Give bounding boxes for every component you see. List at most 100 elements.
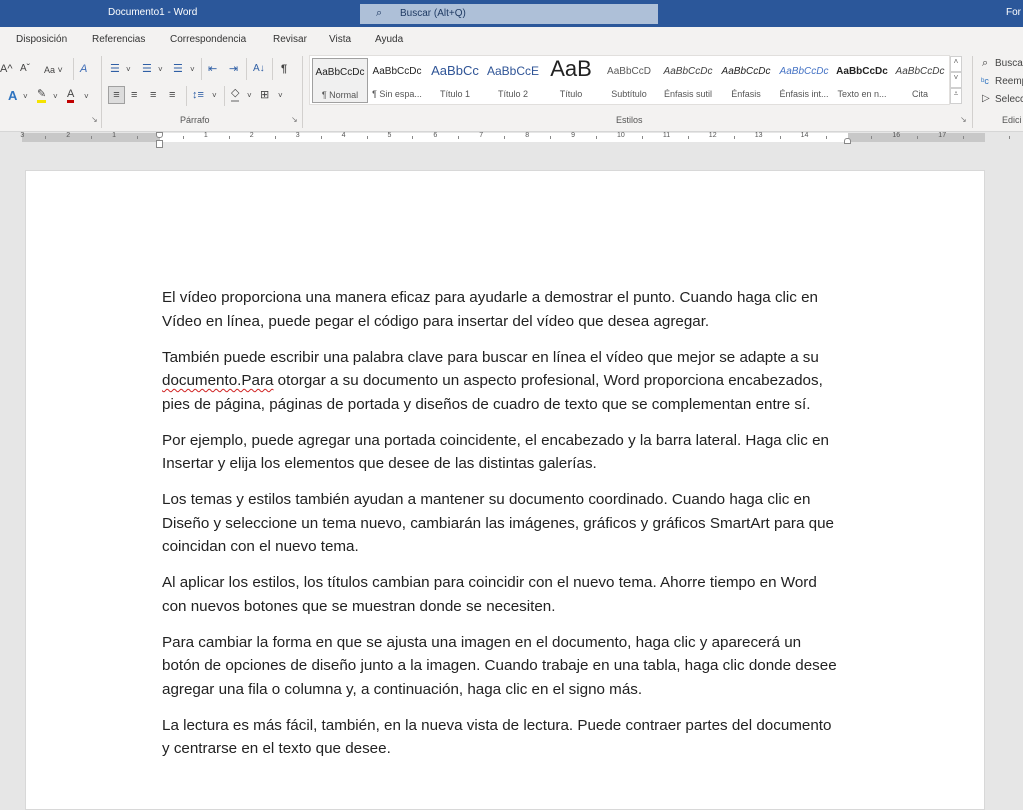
first-line-indent-marker[interactable]	[156, 132, 163, 138]
find-button[interactable]: Buscar	[995, 56, 1023, 72]
chevron-down-icon[interactable]: ˅	[84, 89, 89, 105]
multilevel-list-icon[interactable]: ☰	[173, 61, 183, 77]
ruler-tick	[825, 136, 827, 139]
font-color-icon[interactable]: A	[67, 88, 75, 103]
tab-referencias[interactable]: Referencias	[92, 34, 145, 45]
ruler-number: 16	[892, 132, 901, 139]
tab-vista[interactable]: Vista	[329, 34, 351, 45]
chevron-down-icon[interactable]: ˅	[278, 88, 283, 104]
select-button[interactable]: Selecc	[995, 92, 1023, 108]
ruler-tick	[550, 136, 552, 139]
style-enfasis-sutil[interactable]: AaBbCcDc Énfasis sutil	[660, 58, 716, 103]
style-preview: AaBbCcD	[607, 66, 651, 77]
font-dialog-launcher-icon[interactable]: ↘	[91, 115, 98, 124]
document-page[interactable]: El vídeo proporciona una manera eficaz p…	[25, 170, 985, 810]
ruler-number: 10	[617, 132, 625, 139]
window-title: Documento1 - Word	[108, 7, 198, 18]
change-case-button[interactable]: Aa ˅	[44, 62, 63, 78]
paragraph-group-label: Párrafo	[180, 115, 210, 125]
spelling-error[interactable]: documento.Para	[162, 372, 273, 389]
ruler-number: 9	[571, 132, 575, 139]
right-indent-marker[interactable]	[844, 138, 851, 144]
paragraph[interactable]: Al aplicar los estilos, los títulos camb…	[162, 571, 842, 618]
search-box[interactable]: ⌕ Buscar (Alt+Q)	[360, 4, 658, 24]
ruler-number: 1	[203, 132, 208, 139]
tab-revisar[interactable]: Revisar	[273, 34, 307, 45]
left-indent-marker[interactable]	[156, 140, 163, 148]
grow-font-button[interactable]: A^	[0, 61, 13, 77]
paragraph[interactable]: El vídeo proporciona una manera eficaz p…	[162, 286, 842, 333]
style-name: Texto en n...	[837, 89, 887, 99]
bullets-icon[interactable]: ☰	[110, 61, 120, 77]
replace-icon: ᵇc	[981, 76, 989, 86]
numbering-icon[interactable]: ☰	[142, 61, 152, 77]
style-preview: AaBbCcDc	[721, 66, 771, 77]
clear-formatting-icon[interactable]: A	[80, 61, 87, 77]
tab-correspondencia[interactable]: Correspondencia	[170, 34, 246, 45]
style-cita[interactable]: AaBbCcDc Cita	[892, 58, 948, 103]
ruler-number: 4	[341, 132, 346, 139]
paragraph[interactable]: Por ejemplo, puede agregar una portada c…	[162, 429, 842, 476]
chevron-down-icon[interactable]: ˅	[53, 89, 58, 105]
text-effects-icon[interactable]: A	[8, 88, 17, 104]
style-enfasis-intenso[interactable]: AaBbCcDc Énfasis int...	[776, 58, 832, 103]
shading-icon[interactable]: ◇	[231, 87, 240, 102]
ruler-tick	[274, 136, 276, 139]
style-sin-espaciado[interactable]: AaBbCcDc ¶ Sin espa...	[369, 58, 425, 103]
shrink-font-button[interactable]: Aˇ	[20, 61, 30, 77]
highlight-icon[interactable]: ✎	[37, 88, 47, 103]
style-texto-en-negrita[interactable]: AaBbCcDc Texto en n...	[834, 58, 890, 103]
align-right-button[interactable]: ≡	[150, 87, 156, 103]
ruler-number: 14	[800, 132, 809, 139]
ruler-tick	[596, 136, 598, 139]
paragraph[interactable]: Los temas y estilos también ayudan a man…	[162, 488, 842, 559]
ruler-tick	[1009, 136, 1011, 139]
editing-group-label: Edici	[1002, 115, 1022, 125]
line-spacing-icon[interactable]: ↕≡	[192, 87, 204, 103]
style-normal[interactable]: AaBbCcDc ¶ Normal	[312, 58, 368, 103]
increase-indent-icon[interactable]: ⇥	[229, 61, 238, 77]
chevron-down-icon[interactable]: ˅	[212, 88, 217, 104]
paragraph[interactable]: También puede escribir una palabra clave…	[162, 346, 842, 417]
style-titulo-2[interactable]: AaBbCcE Título 2	[485, 58, 541, 103]
paragraph-dialog-launcher-icon[interactable]: ↘	[291, 115, 298, 124]
justify-button[interactable]: ≡	[169, 87, 175, 103]
chevron-down-icon[interactable]: ˅	[158, 62, 163, 78]
gallery-scroll-up-button[interactable]: ˄	[950, 56, 962, 72]
show-marks-icon[interactable]: ¶	[281, 61, 287, 77]
borders-icon[interactable]: ⊞	[260, 87, 269, 103]
document-body[interactable]: El vídeo proporciona una manera eficaz p…	[162, 286, 842, 773]
style-titulo[interactable]: AaB Título	[543, 56, 599, 103]
ruler-number: 3	[295, 132, 300, 139]
align-left-button[interactable]: ≡	[108, 86, 125, 104]
style-name: Título	[559, 89, 583, 99]
gallery-scroll-down-button[interactable]: ˅	[950, 72, 962, 88]
chevron-down-icon[interactable]: ˅	[190, 62, 195, 78]
ribbon: A^ Aˇ Aa ˅ A A ˅ ✎ ˅ A ˅ ↘ ☰ ˅ ☰ ˅ ☰ ˅ ⇤…	[0, 52, 1023, 132]
align-center-button[interactable]: ≡	[131, 87, 137, 103]
tab-ayuda[interactable]: Ayuda	[375, 34, 403, 45]
style-name: ¶ Sin espa...	[372, 89, 422, 99]
style-subtitulo[interactable]: AaBbCcD Subtítulo	[601, 58, 657, 103]
replace-button[interactable]: Reemp	[995, 74, 1023, 90]
ruler-tick	[779, 136, 781, 139]
style-titulo-1[interactable]: AaBbCc Título 1	[427, 58, 483, 103]
sort-icon[interactable]: A↓	[253, 61, 265, 77]
style-enfasis[interactable]: AaBbCcDc Énfasis	[718, 58, 774, 103]
ruler-tick	[687, 136, 689, 139]
horizontal-ruler[interactable]: 3 2 1 1 2 3 4 5 6 7 8 9 10 11 12 13 14 16 17	[20, 132, 1011, 142]
decrease-indent-icon[interactable]: ⇤	[208, 61, 217, 77]
chevron-down-icon[interactable]: ˅	[23, 89, 28, 105]
chevron-down-icon[interactable]: ˅	[247, 88, 252, 104]
styles-dialog-launcher-icon[interactable]: ↘	[960, 115, 967, 124]
style-name: Título 2	[497, 89, 528, 99]
find-icon: ⌕	[982, 57, 989, 69]
chevron-down-icon[interactable]: ˅	[126, 62, 131, 78]
paragraph[interactable]: Para cambiar la forma en que se ajusta u…	[162, 631, 842, 702]
paragraph-text: También puede escribir una palabra clave…	[162, 348, 819, 366]
title-bar-right-text[interactable]: For	[1006, 7, 1021, 18]
ruler-number: 17	[938, 132, 947, 139]
tab-disposicion[interactable]: Disposición	[16, 34, 67, 45]
paragraph[interactable]: La lectura es más fácil, también, en la …	[162, 714, 842, 761]
gallery-more-button[interactable]: ⩡	[950, 88, 962, 104]
